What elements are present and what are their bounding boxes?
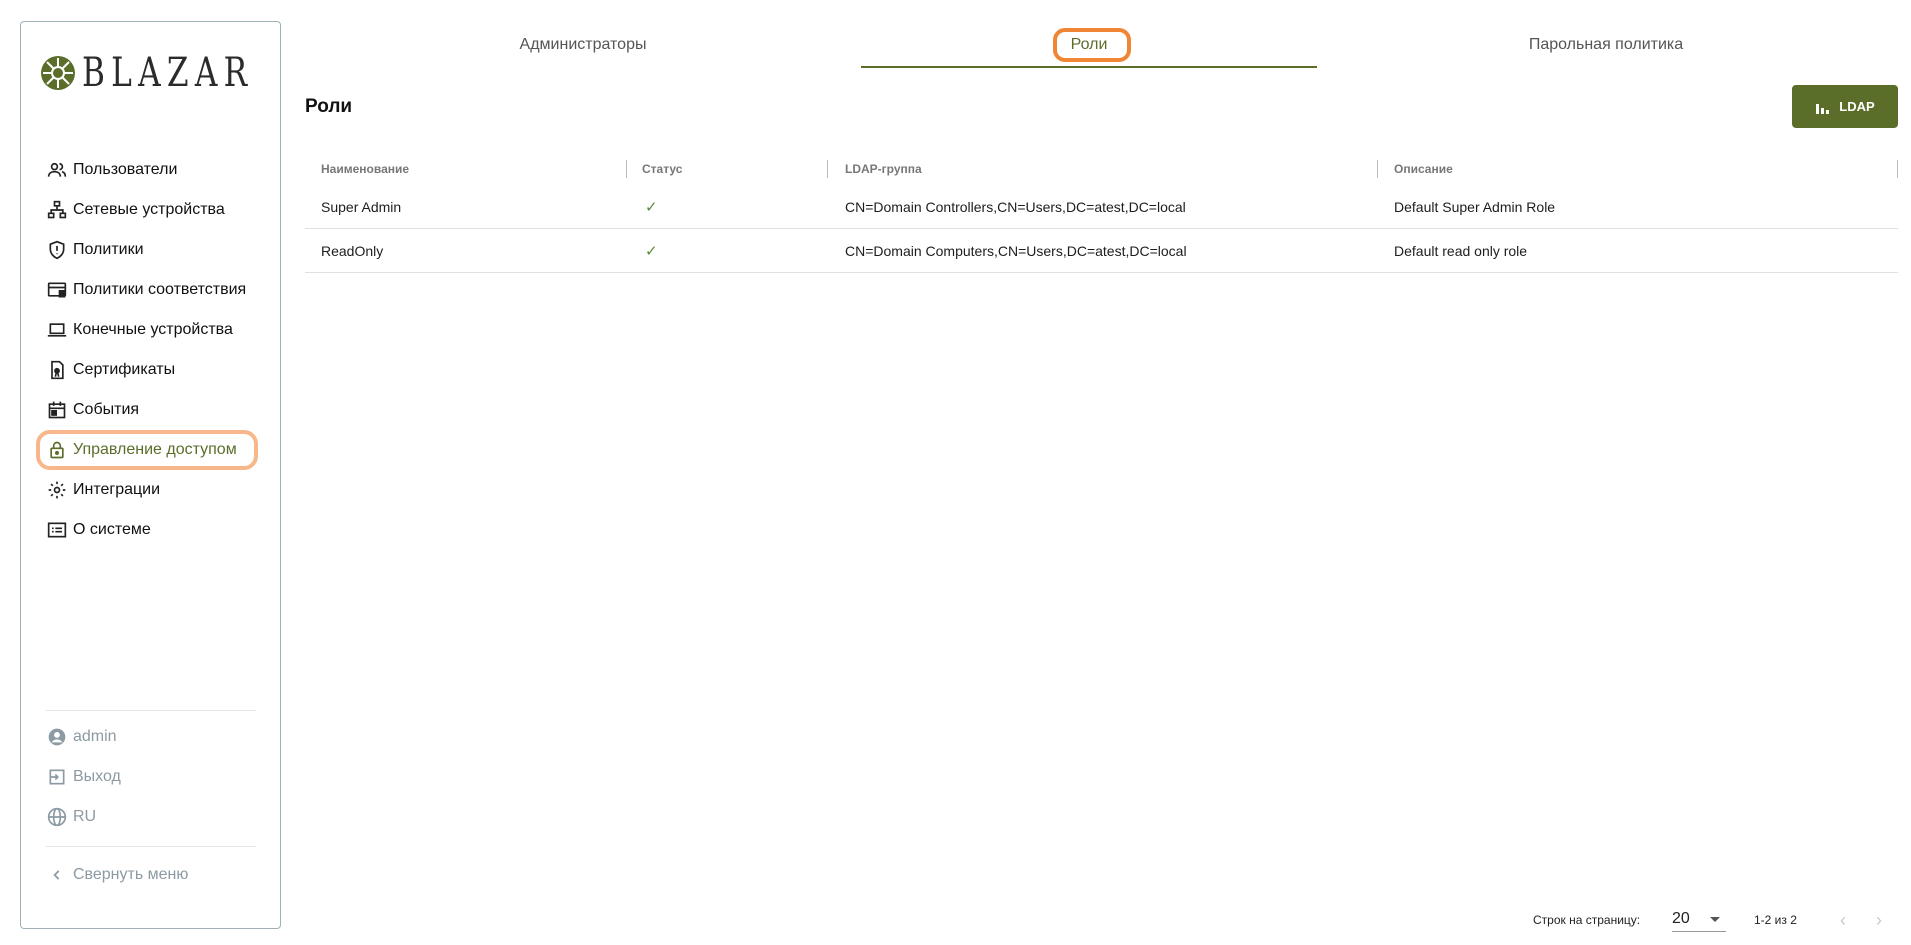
column-header-description[interactable]: Описание bbox=[1394, 152, 1453, 185]
globe-icon bbox=[46, 806, 68, 828]
prev-page-button[interactable]: ‹ bbox=[1832, 909, 1854, 931]
sidebar-item-events[interactable]: События bbox=[46, 394, 139, 426]
column-header-name[interactable]: Наименование bbox=[321, 152, 409, 185]
roles-table: Наименование Статус LDAP-группа Описание… bbox=[305, 152, 1898, 273]
ldap-button-label: LDAP bbox=[1839, 99, 1875, 114]
logout-button[interactable]: Выход bbox=[46, 762, 121, 792]
cell-name: Super Admin bbox=[321, 199, 402, 215]
next-page-button[interactable]: › bbox=[1868, 909, 1890, 931]
shield-alert-icon bbox=[46, 239, 68, 261]
sidebar-item-network-devices[interactable]: Сетевые устройства bbox=[46, 194, 225, 226]
sidebar-item-label: Политики bbox=[73, 241, 144, 258]
sidebar: BLAZAR Пользователи Сетевые устройства П… bbox=[20, 21, 281, 929]
rows-per-page-label: Строк на страницу: bbox=[1533, 913, 1641, 927]
sidebar-item-integrations[interactable]: Интеграции bbox=[46, 474, 160, 506]
column-header-ldap-group[interactable]: LDAP-группа bbox=[845, 152, 922, 185]
info-card-icon bbox=[46, 519, 68, 541]
language-label: RU bbox=[73, 808, 97, 825]
chevron-left-icon bbox=[46, 864, 68, 886]
sidebar-item-label: События bbox=[73, 401, 140, 418]
active-tab-indicator bbox=[861, 66, 1317, 68]
blazar-logo-icon bbox=[41, 56, 75, 90]
collapse-menu-button[interactable]: Свернуть меню bbox=[46, 860, 188, 890]
status-check-icon: ✓ bbox=[645, 243, 658, 260]
tab-label: Парольная политика bbox=[1528, 36, 1684, 53]
card-compliance-icon bbox=[46, 279, 68, 301]
logo-text: BLAZAR bbox=[82, 50, 254, 96]
collapse-menu-label: Свернуть меню bbox=[73, 866, 189, 883]
table-row[interactable]: ReadOnly ✓ CN=Domain Computers,CN=Users,… bbox=[305, 229, 1898, 273]
logout-label: Выход bbox=[73, 768, 121, 785]
sidebar-item-access-control[interactable]: Управление доступом bbox=[36, 430, 258, 470]
sidebar-item-about[interactable]: О системе bbox=[46, 514, 151, 546]
page-title: Роли bbox=[305, 96, 353, 117]
language-selector[interactable]: RU bbox=[46, 802, 96, 832]
status-check-icon: ✓ bbox=[645, 199, 658, 216]
sidebar-item-label: Конечные устройства bbox=[73, 321, 233, 338]
logo[interactable]: BLAZAR bbox=[40, 53, 302, 93]
sidebar-item-policies[interactable]: Политики bbox=[46, 234, 144, 266]
user-label: admin bbox=[73, 728, 117, 745]
column-resize-handle[interactable] bbox=[626, 160, 627, 178]
column-resize-handle[interactable] bbox=[1897, 160, 1898, 178]
tab-highlight bbox=[1053, 28, 1131, 62]
gear-icon bbox=[46, 479, 68, 501]
user-account[interactable]: admin bbox=[46, 722, 117, 752]
caret-down-icon bbox=[1710, 917, 1720, 922]
tab-administrators[interactable]: Администраторы bbox=[305, 24, 861, 66]
ldap-button[interactable]: LDAP bbox=[1792, 85, 1898, 128]
sidebar-item-label: О системе bbox=[73, 521, 151, 538]
tab-password-policy[interactable]: Парольная политика bbox=[1317, 24, 1895, 66]
certificate-icon bbox=[46, 359, 68, 381]
calendar-icon bbox=[46, 399, 68, 421]
sidebar-item-users[interactable]: Пользователи bbox=[46, 154, 177, 186]
active-item-highlight bbox=[36, 430, 258, 470]
laptop-icon bbox=[46, 319, 68, 341]
bar-chart-icon bbox=[1816, 103, 1830, 114]
cell-name: ReadOnly bbox=[321, 243, 384, 259]
column-resize-handle[interactable] bbox=[827, 160, 828, 178]
cell-ldap-group: CN=Domain Computers,CN=Users,DC=atest,DC… bbox=[845, 243, 1187, 259]
cell-description: Default read only role bbox=[1394, 243, 1528, 259]
cell-description: Default Super Admin Role bbox=[1394, 199, 1556, 215]
network-icon bbox=[46, 199, 68, 221]
rows-per-page-value: 20 bbox=[1672, 909, 1690, 927]
sidebar-item-label: Сертификаты bbox=[73, 361, 176, 378]
tab-label: Администраторы bbox=[519, 36, 647, 53]
tab-bar: Администраторы Роли Парольная политика bbox=[305, 24, 1895, 69]
column-resize-handle[interactable] bbox=[1377, 160, 1378, 178]
column-header-status[interactable]: Статус bbox=[642, 152, 682, 185]
sidebar-item-label: Сетевые устройства bbox=[73, 201, 225, 218]
divider bbox=[46, 710, 256, 711]
rows-per-page-select[interactable]: 20 bbox=[1672, 906, 1726, 932]
logout-icon bbox=[46, 766, 68, 788]
sidebar-item-label: Политики соответствия bbox=[73, 281, 247, 298]
divider bbox=[46, 846, 256, 847]
sidebar-item-compliance-policies[interactable]: Политики соответствия bbox=[46, 274, 246, 306]
sidebar-item-label: Интеграции bbox=[73, 481, 161, 498]
pagination-range: 1-2 из 2 bbox=[1754, 913, 1797, 927]
users-icon bbox=[46, 159, 68, 181]
table-header: Наименование Статус LDAP-группа Описание bbox=[305, 152, 1898, 185]
sidebar-item-label: Пользователи bbox=[73, 161, 178, 178]
account-circle-icon bbox=[46, 726, 68, 748]
table-row[interactable]: Super Admin ✓ CN=Domain Controllers,CN=U… bbox=[305, 185, 1898, 229]
sidebar-item-endpoints[interactable]: Конечные устройства bbox=[46, 314, 233, 346]
cell-ldap-group: CN=Domain Controllers,CN=Users,DC=atest,… bbox=[845, 199, 1186, 215]
sidebar-item-certificates[interactable]: Сертификаты bbox=[46, 354, 175, 386]
